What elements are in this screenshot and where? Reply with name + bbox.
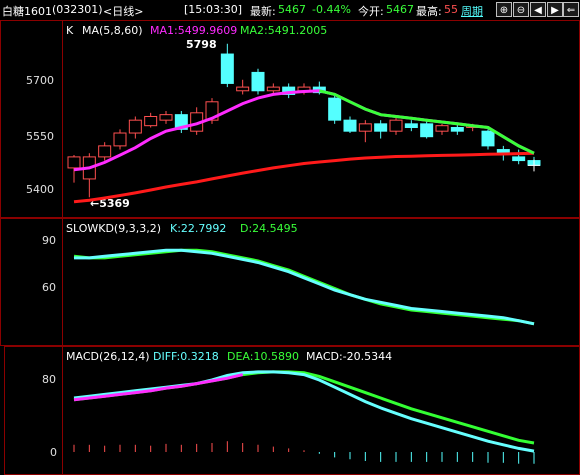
candle-body [159,114,173,121]
candle-body [389,119,403,132]
ma60-line [73,151,535,204]
candle-body [450,127,464,132]
candle-body [128,119,142,134]
candle-body [374,123,388,132]
candle-body [328,97,342,121]
candle-body [358,123,372,132]
macd-dea-line [73,370,535,445]
candle-body [67,156,81,169]
candle-body [236,86,250,92]
candle-body [113,132,127,147]
candle-body [435,125,449,132]
ma-fast-line [73,89,535,172]
candle-body [420,123,434,138]
macd-diff-line [73,370,535,453]
candle-body [404,123,418,129]
candle-body [343,119,357,132]
chart-canvas [67,43,541,464]
candle-body [481,130,495,147]
candle-body [98,145,112,158]
candle-body [220,53,234,84]
kd-k-line [74,248,535,326]
candle-body [266,86,280,92]
candle-body [251,71,265,92]
candle-body [144,115,158,127]
candle-body [512,156,526,162]
